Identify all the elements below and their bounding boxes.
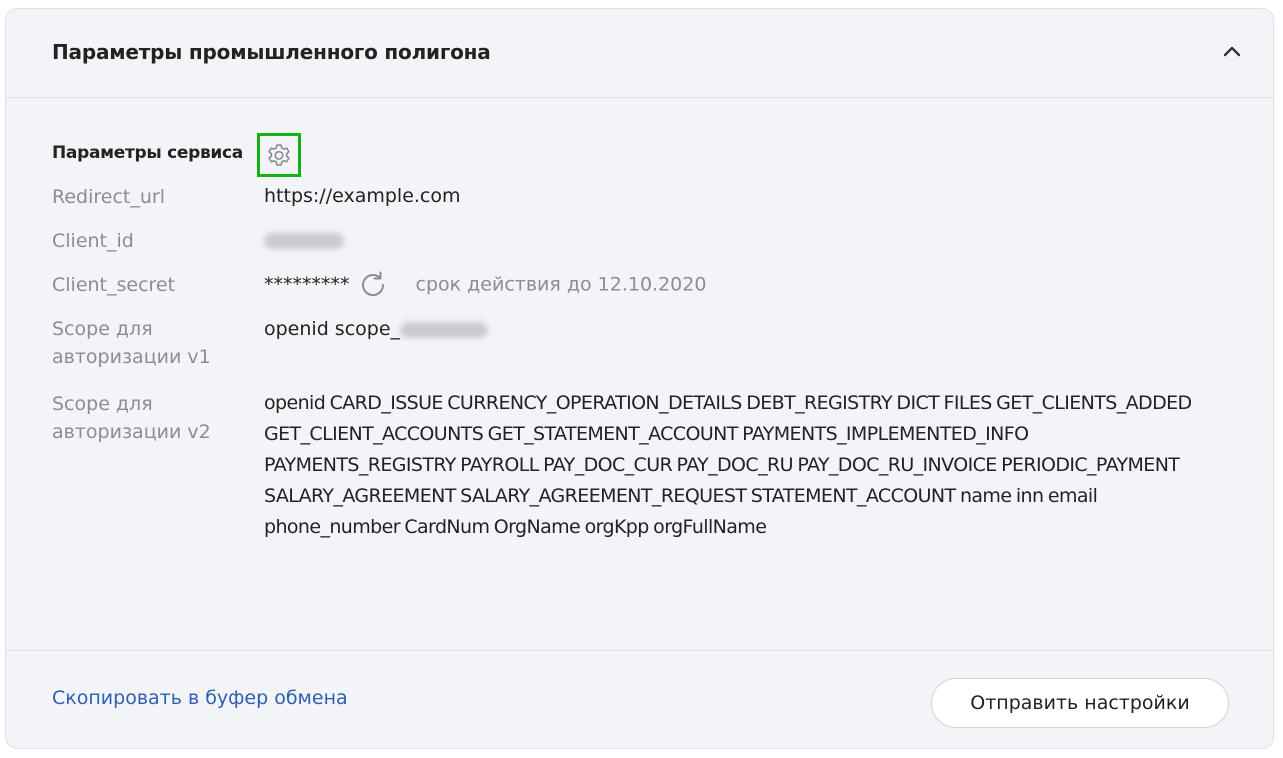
scope-v2-label: Scope для авторизации v2 <box>52 393 211 443</box>
copy-to-clipboard-link[interactable]: Скопировать в буфер обмена <box>52 687 348 709</box>
client-secret-label: Client_secret <box>52 274 176 296</box>
industrial-test-params-card: Параметры промышленного полигона Парамет… <box>5 8 1274 749</box>
redacted-scope <box>400 321 489 338</box>
redirect-url-value: https://example.com <box>264 185 461 207</box>
send-settings-button[interactable]: Отправить настройки <box>931 678 1229 728</box>
chevron-up-icon[interactable] <box>1219 39 1245 65</box>
card-title: Параметры промышленного полигона <box>52 40 491 64</box>
client-secret-masked: ********* <box>264 273 350 296</box>
gear-icon[interactable] <box>257 133 301 177</box>
refresh-icon[interactable] <box>356 268 390 302</box>
client-id-label: Client_id <box>52 230 134 252</box>
scope-v1-value: openid scope_ <box>264 314 489 345</box>
card-footer: Скопировать в буфер обмена Отправить нас… <box>6 650 1273 748</box>
scope-v1-text: openid scope_ <box>264 318 401 340</box>
redacted-client-id <box>264 232 344 249</box>
scope-v2-value: openid CARD_ISSUE CURRENCY_OPERATION_DET… <box>264 392 1192 538</box>
section-title: Параметры сервиса <box>52 143 243 163</box>
client-secret-expiry: срок действия до 12.10.2020 <box>415 273 707 296</box>
scope-v1-label: Scope для авторизации v1 <box>52 318 211 368</box>
client-secret-value: ********* срок действия до 12.10.2020 <box>264 268 706 302</box>
redirect-url-label: Redirect_url <box>52 186 165 208</box>
client-id-value <box>264 225 344 256</box>
card-header[interactable]: Параметры промышленного полигона <box>6 9 1273 98</box>
